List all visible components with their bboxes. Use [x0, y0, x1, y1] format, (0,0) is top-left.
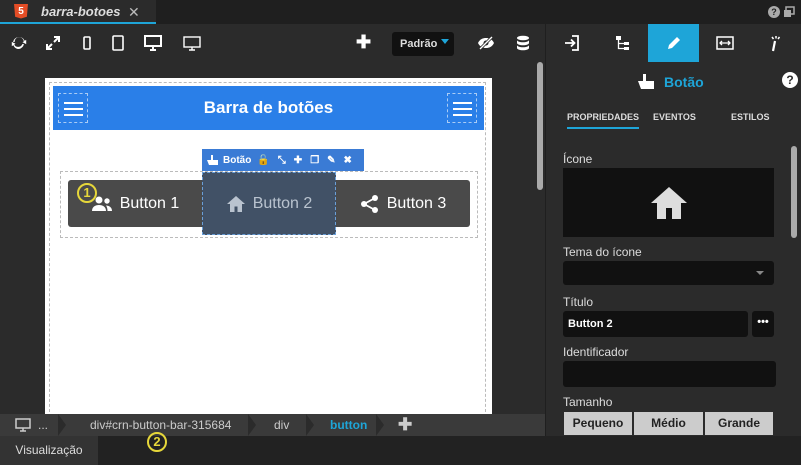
- icon-theme-label: Tema do ícone: [563, 245, 642, 259]
- panel-tool-tree[interactable]: [597, 24, 648, 62]
- tree-icon: [615, 36, 629, 50]
- chevron-down-icon: [756, 271, 764, 275]
- button-bar: Button 1 Button 2 Button 3: [68, 172, 470, 235]
- panel-tool-magic[interactable]: [750, 24, 801, 62]
- home-icon: [226, 195, 245, 212]
- panel-scrollbar[interactable]: [791, 146, 797, 238]
- monitor-icon[interactable]: [15, 418, 31, 432]
- wand-icon[interactable]: ✎: [327, 155, 335, 166]
- ide-window: 5 barra-botoes ✕ ? ✚ Padrão Barra de bot…: [0, 0, 801, 465]
- panel-tool-resize[interactable]: [699, 24, 750, 62]
- identifier-field-label: Identificador: [563, 345, 629, 359]
- identifier-input[interactable]: [563, 361, 776, 387]
- tab-title: barra-botoes: [41, 3, 121, 19]
- theme-select[interactable]: Padrão: [392, 32, 454, 56]
- button-2[interactable]: Button 2: [202, 172, 336, 235]
- html5-icon: 5: [14, 3, 28, 19]
- desktop-view-icon[interactable]: [144, 34, 162, 52]
- tab-estilos[interactable]: ESTILOS: [731, 112, 770, 122]
- login-icon: [564, 35, 579, 51]
- add-icon[interactable]: ✚: [294, 155, 302, 166]
- callout-badge-2: 2: [147, 432, 167, 452]
- magic-icon: [770, 36, 780, 52]
- refresh-icon[interactable]: [10, 34, 28, 52]
- pencil-icon: [667, 37, 680, 49]
- menu-left-icon[interactable]: [58, 93, 88, 123]
- panel-title: Botão: [636, 73, 704, 91]
- button-3-label: Button 3: [386, 194, 447, 212]
- breadcrumb-add-button[interactable]: ✚: [398, 414, 412, 436]
- breadcrumb-item-root[interactable]: ...: [38, 414, 48, 436]
- breadcrumb-separator: [58, 414, 66, 436]
- button-2-label: Button 2: [252, 194, 313, 212]
- size-large-button[interactable]: Grande: [704, 411, 774, 436]
- size-field-label: Tamanho: [563, 395, 613, 409]
- size-medium-button[interactable]: Médio: [633, 411, 704, 436]
- breadcrumb-separator: [306, 414, 314, 436]
- hand-pointer-icon: [638, 74, 654, 89]
- phone-preview: Barra de botões Button 1 Button 2 Button…: [45, 78, 492, 414]
- app-header[interactable]: Barra de botões: [53, 86, 484, 130]
- breadcrumb-separator: [248, 414, 256, 436]
- title-field-label: Título: [563, 295, 594, 309]
- panel-tool-login[interactable]: [546, 24, 597, 62]
- chevron-down-icon: [441, 39, 449, 44]
- canvas-scrollbar[interactable]: [537, 62, 543, 190]
- breadcrumb: ... div#crn-button-bar-315684 div button…: [0, 414, 545, 436]
- help-icon[interactable]: ?: [782, 72, 798, 88]
- resize-icon[interactable]: ⤡: [278, 155, 286, 166]
- breadcrumb-item-button[interactable]: button: [330, 414, 367, 436]
- horizontal-resize-icon: [715, 36, 734, 50]
- database-icon[interactable]: [514, 34, 532, 52]
- button-3[interactable]: Button 3: [336, 180, 470, 227]
- add-component-button[interactable]: ✚: [356, 33, 371, 51]
- design-canvas: Barra de botões Button 1 Button 2 Button…: [0, 62, 535, 414]
- more-options-button[interactable]: •••: [752, 311, 774, 337]
- properties-panel: Botão ? PROPRIEDADES EVENTOS ESTILOS Íco…: [545, 24, 801, 436]
- theme-select-value: Padrão: [400, 38, 438, 50]
- tab-propriedades[interactable]: PROPRIEDADES: [567, 112, 640, 129]
- panel-title-text: Botão: [664, 74, 704, 90]
- breadcrumb-separator: [376, 414, 384, 436]
- icon-theme-select[interactable]: [563, 261, 774, 285]
- share-icon: [360, 194, 378, 213]
- widescreen-view-icon[interactable]: [183, 34, 201, 52]
- size-small-button[interactable]: Pequeno: [563, 411, 633, 436]
- panel-toolbar: [546, 24, 801, 62]
- title-input[interactable]: Button 2: [563, 311, 748, 337]
- hide-eye-icon[interactable]: [477, 34, 495, 52]
- app-header-title: Barra de botões: [203, 98, 334, 117]
- tab-eventos[interactable]: EVENTOS: [653, 112, 696, 122]
- unlock-icon[interactable]: 🔓: [257, 155, 269, 166]
- tablet-view-icon[interactable]: [109, 34, 127, 52]
- panel-tool-edit[interactable]: [648, 24, 699, 62]
- restore-window-icon[interactable]: [783, 6, 795, 18]
- delete-icon[interactable]: ✖: [344, 155, 352, 166]
- panel-tabs: PROPRIEDADES EVENTOS ESTILOS: [562, 112, 792, 130]
- home-icon: [650, 186, 687, 219]
- hand-pointer-icon: [207, 155, 218, 165]
- editor-toolbar: ✚ Padrão: [0, 24, 545, 62]
- window-help-icon[interactable]: ?: [768, 6, 780, 18]
- bottom-panel-bar: Visualização 2: [0, 432, 801, 465]
- button-1-label: Button 1: [119, 194, 180, 212]
- page-container-outline: [49, 82, 486, 414]
- tab-bar: 5 barra-botoes ✕ ?: [0, 0, 801, 24]
- callout-badge-1: 1: [77, 183, 97, 203]
- icon-field-label: Ícone: [563, 152, 593, 166]
- tab-barra-botoes[interactable]: 5 barra-botoes ✕: [0, 0, 156, 24]
- tab-visualizacao[interactable]: Visualização: [0, 436, 98, 465]
- icon-picker[interactable]: [563, 168, 774, 237]
- phone-view-icon[interactable]: [78, 34, 96, 52]
- fullscreen-icon[interactable]: [44, 34, 62, 52]
- menu-right-icon[interactable]: [447, 93, 477, 123]
- float-toolbar-label: Botão: [223, 154, 252, 166]
- close-icon[interactable]: ✕: [128, 4, 140, 21]
- breadcrumb-item-div[interactable]: div: [274, 414, 289, 436]
- duplicate-icon[interactable]: ❐: [310, 155, 319, 166]
- component-float-toolbar: Botão 🔓 ⤡ ✚ ❐ ✎ ✖: [202, 149, 364, 171]
